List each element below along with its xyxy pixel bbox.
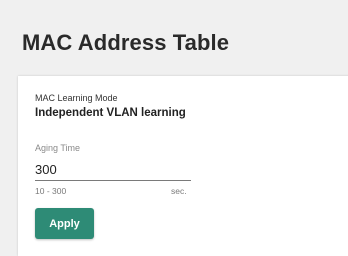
aging-time-label: Aging Time	[35, 143, 81, 153]
settings-card: MAC Learning Mode Independent VLAN learn…	[18, 76, 348, 256]
mac-learning-mode-value: Independent VLAN learning	[35, 107, 186, 119]
aging-time-range-hint: 10 - 300	[35, 186, 67, 196]
page-title: MAC Address Table	[22, 30, 230, 55]
mac-learning-mode-label: MAC Learning Mode	[35, 93, 118, 103]
aging-time-input[interactable]	[35, 158, 191, 181]
apply-button[interactable]: Apply	[35, 208, 94, 239]
aging-time-unit: sec.	[171, 186, 187, 196]
